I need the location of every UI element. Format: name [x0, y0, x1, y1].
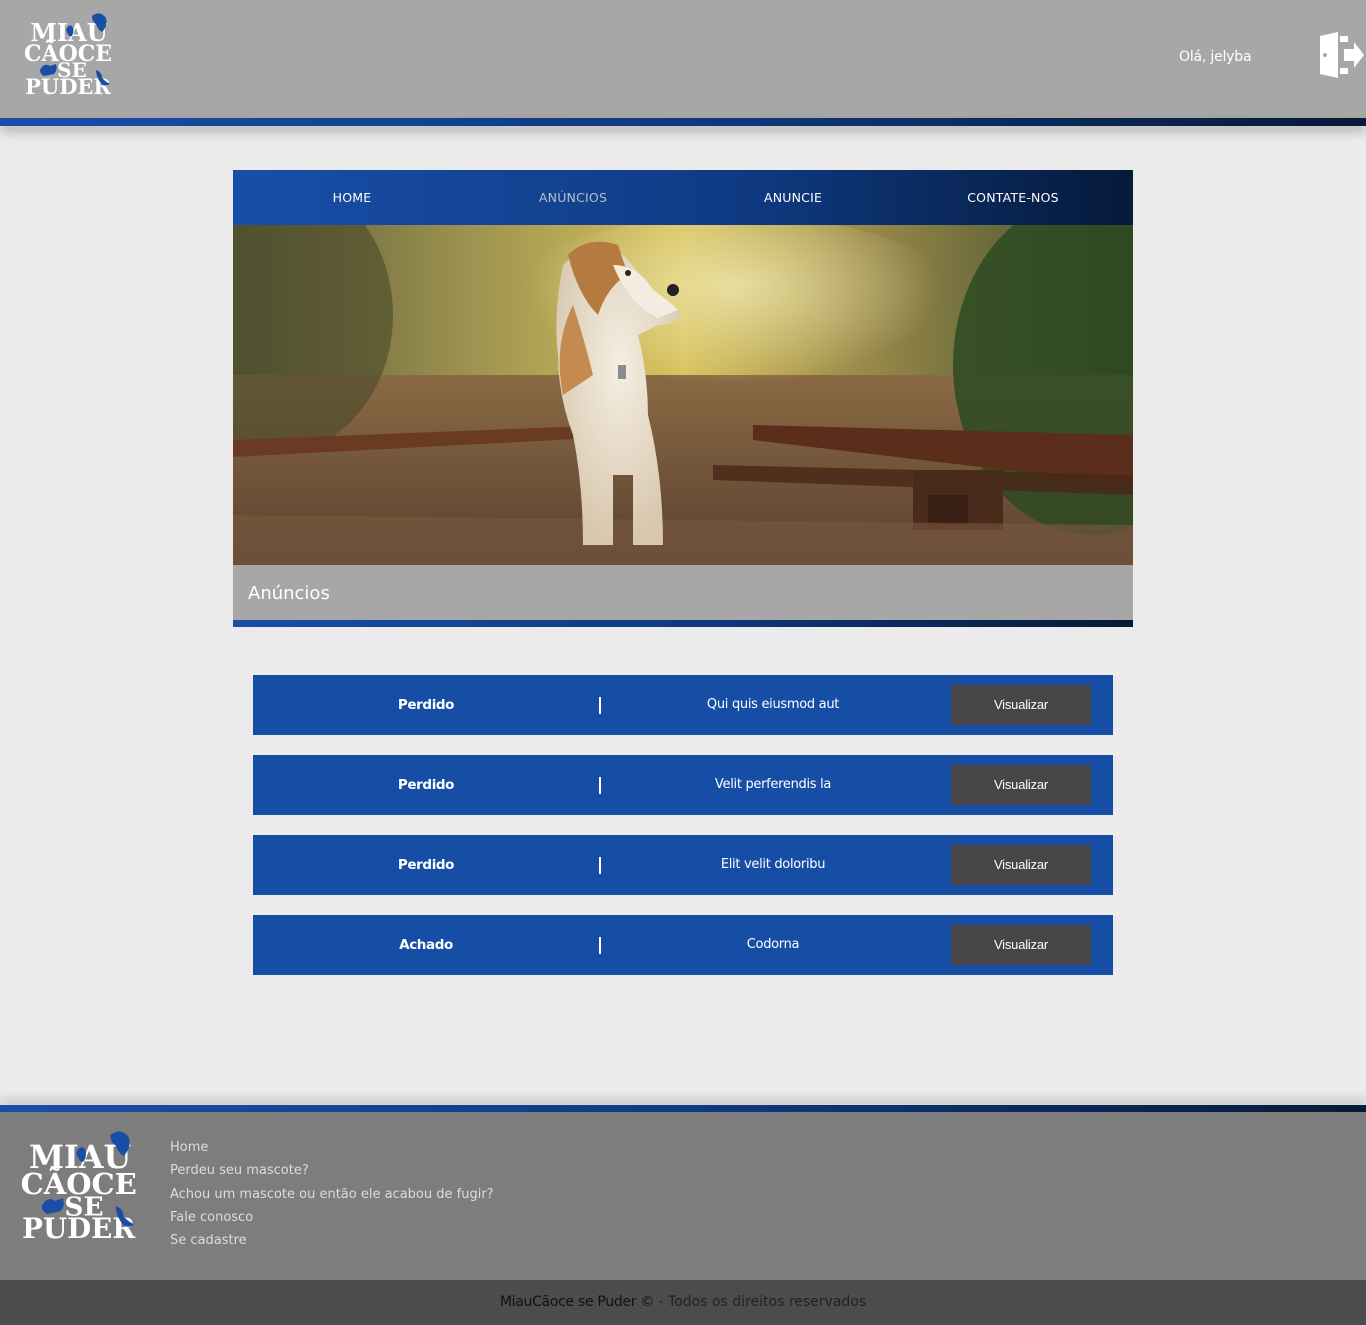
view-listing-button[interactable]: Visualizar: [951, 925, 1091, 965]
user-greeting: Olá, jelyba: [1179, 49, 1252, 65]
site-header: MIAU CÃOCE SE PUDER Olá, jelyba: [0, 0, 1366, 118]
view-listing-button[interactable]: Visualizar: [951, 685, 1091, 725]
site-logo[interactable]: MIAU CÃOCE SE PUDER: [22, 8, 122, 100]
logout-door-icon[interactable]: [1316, 30, 1364, 80]
listing-row: Achado Codorna Visualizar: [253, 915, 1113, 975]
view-listing-button[interactable]: Visualizar: [951, 845, 1091, 885]
footer-link-contact[interactable]: Fale conosco: [170, 1210, 494, 1233]
listing-title: Elit velit doloribu: [720, 857, 826, 872]
footer-link-lost-pet[interactable]: Perdeu seu mascote?: [170, 1163, 494, 1186]
listing-row: Perdido Velit perferendis la Visualizar: [253, 755, 1113, 815]
section-header: Anúncios: [233, 565, 1133, 620]
listing-title: Qui quis eiusmod aut: [706, 697, 840, 712]
footer-logo[interactable]: MIAU CÃOCE SE PUDER: [18, 1122, 150, 1248]
listing-title: Codorna: [746, 937, 800, 952]
view-listing-button[interactable]: Visualizar: [951, 765, 1091, 805]
footer-links: Home Perdeu seu mascote? Achou um mascot…: [170, 1140, 494, 1256]
footer-link-signup[interactable]: Se cadastre: [170, 1233, 494, 1256]
listing-status: Perdido: [397, 777, 455, 793]
listing-status: Achado: [399, 937, 453, 953]
nav-item-home[interactable]: HOME: [242, 170, 462, 225]
main-nav: HOME ANÚNCIOS ANUNCIE CONTATE-NOS: [233, 170, 1133, 225]
listing-row: Perdido Elit velit doloribu Visualizar: [253, 835, 1113, 895]
nav-item-anuncie[interactable]: ANUNCIE: [683, 170, 903, 225]
copyright-bar: MiauCãoce se Puder © - Todos os direitos…: [0, 1280, 1366, 1325]
hero-image: [233, 225, 1133, 565]
footer-accent-bar: [0, 1105, 1366, 1112]
nav-item-contate-nos[interactable]: CONTATE-NOS: [903, 170, 1123, 225]
copyright-brand: MiauCãoce se Puder ©: [499, 1294, 655, 1310]
footer-link-home[interactable]: Home: [170, 1140, 494, 1163]
header-accent-bar: [0, 118, 1366, 126]
dog-on-railway-photo: [233, 225, 1133, 565]
listing-status: Perdido: [397, 857, 455, 873]
listing-title: Velit perferendis la: [714, 777, 832, 792]
listing-row: Perdido Qui quis eiusmod aut Visualizar: [253, 675, 1113, 735]
section-accent-bar: [233, 620, 1133, 627]
section-title: Anúncios: [248, 583, 330, 604]
nav-item-anuncios[interactable]: ANÚNCIOS: [463, 170, 683, 225]
copyright-text: - Todos os direitos reservados: [654, 1294, 867, 1310]
listing-status: Perdido: [397, 697, 455, 713]
footer-link-found-pet[interactable]: Achou um mascote ou então ele acabou de …: [170, 1187, 494, 1210]
